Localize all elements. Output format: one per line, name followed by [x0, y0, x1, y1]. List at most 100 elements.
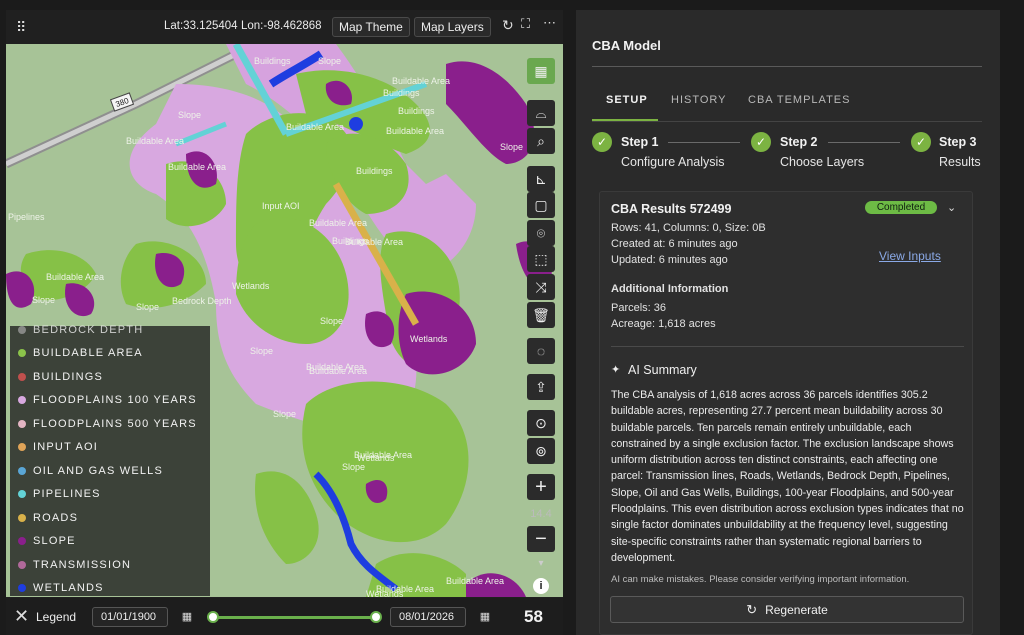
map-toolbar: ⠿ Lat:33.125404 Lon:-98.462868 Map Theme… — [6, 10, 563, 44]
refresh-icon: ↻ — [746, 601, 758, 617]
legend-item: ROADS — [18, 512, 78, 524]
measure-area-icon[interactable]: ⌓ — [527, 100, 555, 126]
legend-swatch — [18, 490, 26, 498]
step-3-subtitle: Results — [939, 155, 981, 169]
map-feature-label: Buildable Area — [386, 126, 444, 136]
status-badge: Completed — [865, 201, 937, 214]
end-date-field[interactable]: 08/01/2026 — [390, 607, 466, 627]
legend-item-partial: BEDROCK DEPTH — [18, 324, 143, 336]
draw-polygon-icon[interactable]: ⬚ — [527, 246, 555, 272]
grid-dots-icon[interactable]: ⠿ — [16, 19, 26, 36]
legend-item: OIL AND GAS WELLS — [18, 465, 163, 477]
timeline-slider-start-handle[interactable] — [207, 611, 219, 623]
legend-label: BUILDINGS — [33, 370, 104, 383]
marker-icon[interactable]: ⌾ — [527, 220, 555, 246]
step-1-title: Step 1 — [621, 135, 659, 149]
legend-swatch — [18, 560, 26, 569]
legend-label: TRANSMISSION — [33, 558, 132, 571]
legend-swatch — [18, 443, 26, 451]
map-feature-label: Slope — [250, 346, 273, 356]
map-feature-label: Slope — [500, 142, 523, 152]
zoom-level-label: 14.4 — [530, 508, 552, 520]
map-feature-label: Buildable Area — [168, 162, 226, 172]
regenerate-button[interactable]: ↻ Regenerate — [610, 596, 964, 623]
rows-columns-size: Rows: 41, Columns: 0, Size: 0B — [611, 222, 766, 234]
fullscreen-icon[interactable]: ⛶ — [521, 16, 530, 32]
legend-label: PIPELINES — [33, 488, 101, 500]
legend-toggle-label[interactable]: Legend — [36, 610, 76, 624]
tab-history[interactable]: HISTORY — [671, 94, 727, 106]
latitude-readout: Lat:33.125404 — [164, 20, 238, 32]
more-icon[interactable]: ⋯ — [543, 15, 556, 31]
map-feature-label: Slope — [32, 295, 55, 305]
map-theme-button[interactable]: Map Theme — [332, 17, 410, 37]
legend-swatch — [18, 349, 26, 357]
additional-info-heading: Additional Information — [611, 283, 729, 295]
ai-summary-text: The CBA analysis of 1,618 acres across 3… — [611, 389, 964, 564]
parcels-count: Parcels: 36 — [611, 302, 667, 314]
legend-item: WETLANDS — [18, 582, 104, 594]
zoom-extent-icon[interactable]: ⊙ — [527, 410, 555, 436]
map-feature-label: Buildable Area — [309, 218, 367, 228]
timeline-slider-track[interactable] — [212, 616, 376, 619]
map-canvas[interactable]: 380 Buildings Slope Buildable Area Buildabl… — [6, 44, 563, 597]
step-connector — [668, 142, 740, 143]
legend-item: TRANSMISSION — [18, 559, 131, 571]
close-icon[interactable]: ✕ — [14, 606, 29, 627]
check-icon: ✓ — [911, 132, 931, 152]
map-legend: BEDROCK DEPTH BUILDABLE AREA BUILDINGS FLO… — [10, 324, 210, 596]
tab-cba-templates[interactable]: CBA TEMPLATES — [748, 94, 850, 106]
legend-swatch — [18, 584, 26, 592]
ai-disclaimer: AI can make mistakes. Please consider ve… — [611, 574, 910, 585]
panel-title: CBA Model — [592, 38, 661, 53]
step-2-subtitle: Choose Layers — [780, 155, 865, 169]
legend-swatch — [18, 537, 26, 545]
lasso-icon[interactable]: ◌ — [527, 338, 555, 364]
map-feature-label: Buildings — [383, 88, 420, 98]
title-divider — [592, 66, 982, 67]
chevron-down-icon[interactable]: ▾ — [527, 558, 555, 569]
zoom-fit-icon[interactable]: ⊚ — [527, 438, 555, 464]
ai-summary-heading: AI Summary — [628, 363, 697, 377]
cba-model-panel: CBA Model SETUP HISTORY CBA TEMPLATES ✓ … — [576, 10, 1000, 635]
draw-rectangle-icon[interactable]: ▢ — [527, 192, 555, 218]
step-2-title: Step 2 — [780, 135, 818, 149]
map-layers-button[interactable]: Map Layers — [414, 17, 491, 37]
zoom-out-button[interactable]: − — [527, 526, 555, 552]
map-feature-label: Buildings — [356, 166, 393, 176]
zoom-in-button[interactable]: + — [527, 474, 555, 500]
map-select-icon[interactable]: ▦ — [527, 58, 555, 84]
legend-label: INPUT AOI — [33, 441, 98, 453]
upload-icon[interactable]: ⇪ — [527, 374, 555, 400]
step-connector — [828, 142, 900, 143]
chevron-down-icon[interactable]: ⌄ — [947, 201, 956, 214]
map-feature-label: Buildable Area — [345, 237, 403, 247]
map-feature-label: Buildable Area — [306, 362, 364, 372]
refresh-icon[interactable]: ↻ — [502, 17, 514, 34]
cba-result-card: CBA Results 572499 Completed ⌄ Rows: 41,… — [599, 191, 973, 635]
ruler-icon[interactable]: ⊾ — [527, 166, 555, 192]
legend-item: BUILDINGS — [18, 371, 103, 383]
legend-swatch — [18, 419, 26, 428]
legend-item: PIPELINES — [18, 488, 101, 500]
search-zoom-icon[interactable]: ⌕ — [527, 128, 555, 154]
tab-setup[interactable]: SETUP — [606, 94, 648, 106]
map-feature-label: Buildable Area — [392, 76, 450, 86]
info-icon[interactable]: i — [533, 578, 549, 594]
map-feature-label: Slope — [318, 56, 341, 66]
legend-item: INPUT AOI — [18, 441, 98, 453]
start-date-field[interactable]: 01/01/1900 — [92, 607, 168, 627]
map-feature-label: Bedrock Depth — [172, 296, 232, 306]
legend-label: WETLANDS — [33, 582, 104, 594]
timeline-slider-end-handle[interactable] — [370, 611, 382, 623]
split-icon[interactable]: ⤨ — [527, 274, 555, 300]
view-inputs-link[interactable]: View Inputs — [879, 249, 941, 263]
calendar-icon[interactable]: ▦ — [178, 607, 196, 627]
trash-icon[interactable]: 🗑 — [527, 302, 555, 328]
calendar-icon[interactable]: ▦ — [476, 607, 494, 627]
legend-item: SLOPE — [18, 535, 76, 547]
legend-swatch — [18, 396, 26, 404]
map-feature-label: Slope — [320, 316, 343, 326]
map-feature-label: Wetlands — [232, 281, 270, 291]
legend-label: FLOODPLAINS 100 YEARS — [33, 394, 197, 406]
